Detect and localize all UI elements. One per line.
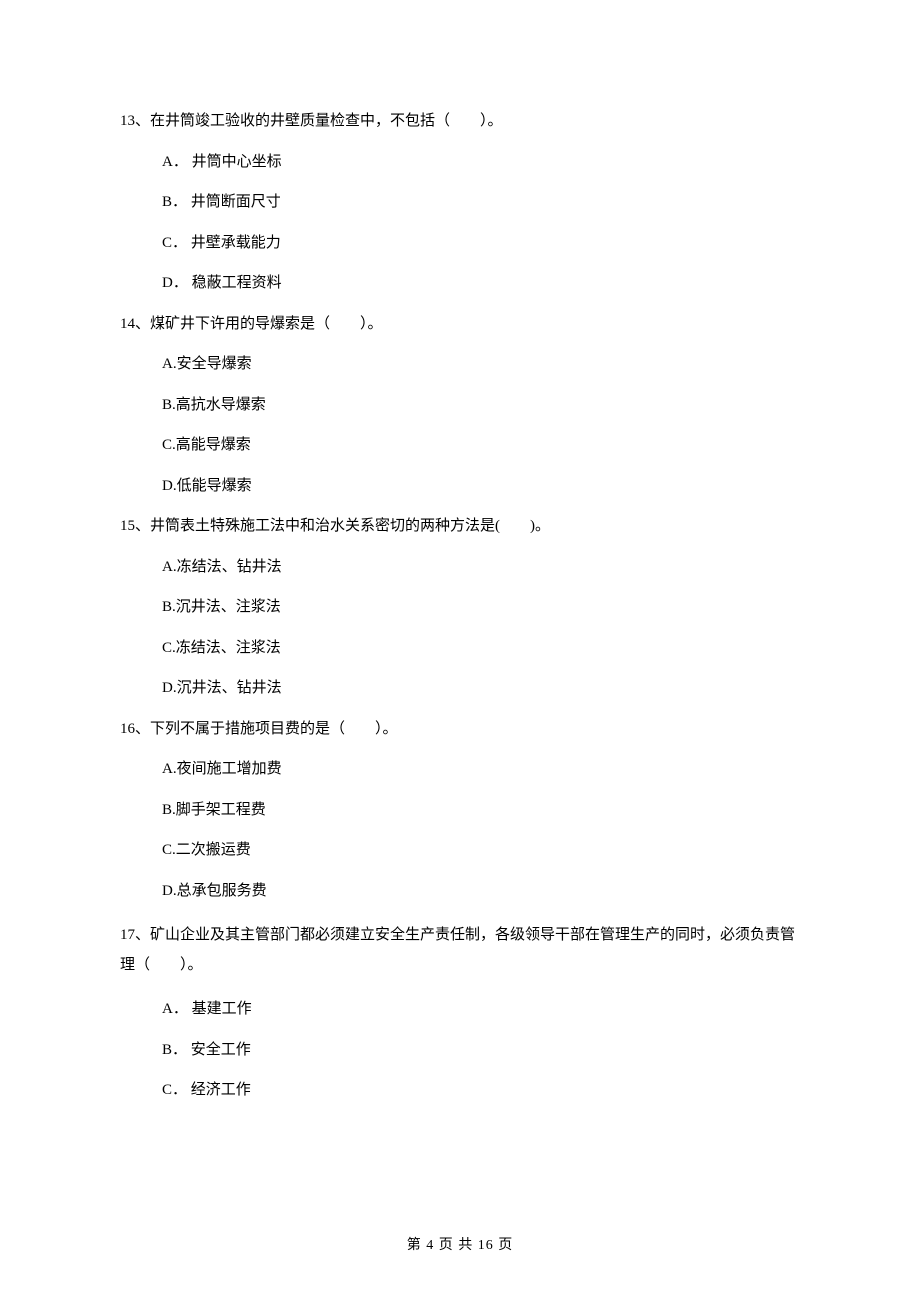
question-stem: 16、下列不属于措施项目费的是（ ）。 — [120, 718, 800, 741]
options-list: A.冻结法、钻井法 B.沉井法、注浆法 C.冻结法、注浆法 D.沉井法、钻井法 — [120, 556, 800, 700]
question-text: 煤矿井下许用的导爆索是（ ）。 — [150, 316, 383, 332]
question-text: 下列不属于措施项目费的是（ ）。 — [150, 721, 398, 737]
option-c: C.冻结法、注浆法 — [162, 637, 800, 660]
page-content: 13、在井筒竣工验收的井壁质量检查中，不包括（ ）。 A． 井筒中心坐标 B． … — [0, 0, 920, 1102]
question-number: 13、 — [120, 113, 150, 129]
question-number: 15、 — [120, 518, 150, 534]
option-d: D.沉井法、钻井法 — [162, 677, 800, 700]
option-b: B.沉井法、注浆法 — [162, 596, 800, 619]
question-stem: 14、煤矿井下许用的导爆索是（ ）。 — [120, 313, 800, 336]
option-b: B． 井筒断面尺寸 — [162, 191, 800, 214]
question-text: 在井筒竣工验收的井壁质量检查中，不包括（ ）。 — [150, 113, 503, 129]
option-c: C． 经济工作 — [162, 1079, 800, 1102]
question-number: 17、 — [120, 927, 150, 943]
option-c: C.二次搬运费 — [162, 839, 800, 862]
option-d: D． 稳蔽工程资料 — [162, 272, 800, 295]
option-c: C.高能导爆索 — [162, 434, 800, 457]
option-c: C． 井壁承载能力 — [162, 232, 800, 255]
question-number: 14、 — [120, 316, 150, 332]
question-stem: 17、矿山企业及其主管部门都必须建立安全生产责任制，各级领导干部在管理生产的同时… — [120, 920, 800, 980]
option-b: B.脚手架工程费 — [162, 799, 800, 822]
option-b: B． 安全工作 — [162, 1039, 800, 1062]
option-b: B.高抗水导爆索 — [162, 394, 800, 417]
option-a: A． 基建工作 — [162, 998, 800, 1021]
option-d: D.低能导爆索 — [162, 475, 800, 498]
question-text: 井筒表土特殊施工法中和治水关系密切的两种方法是( )。 — [150, 518, 550, 534]
option-a: A.冻结法、钻井法 — [162, 556, 800, 579]
page-footer: 第 4 页 共 16 页 — [0, 1234, 920, 1254]
question-16: 16、下列不属于措施项目费的是（ ）。 A.夜间施工增加费 B.脚手架工程费 C… — [120, 718, 800, 903]
question-text: 矿山企业及其主管部门都必须建立安全生产责任制，各级领导干部在管理生产的同时，必须… — [120, 927, 795, 973]
question-15: 15、井筒表土特殊施工法中和治水关系密切的两种方法是( )。 A.冻结法、钻井法… — [120, 515, 800, 700]
option-a: A.安全导爆索 — [162, 353, 800, 376]
question-number: 16、 — [120, 721, 150, 737]
options-list: A.安全导爆索 B.高抗水导爆索 C.高能导爆索 D.低能导爆索 — [120, 353, 800, 497]
options-list: A.夜间施工增加费 B.脚手架工程费 C.二次搬运费 D.总承包服务费 — [120, 758, 800, 902]
question-17: 17、矿山企业及其主管部门都必须建立安全生产责任制，各级领导干部在管理生产的同时… — [120, 920, 800, 1102]
option-a: A． 井筒中心坐标 — [162, 151, 800, 174]
options-list: A． 基建工作 B． 安全工作 C． 经济工作 — [120, 998, 800, 1102]
option-d: D.总承包服务费 — [162, 880, 800, 903]
question-stem: 13、在井筒竣工验收的井壁质量检查中，不包括（ ）。 — [120, 110, 800, 133]
option-a: A.夜间施工增加费 — [162, 758, 800, 781]
options-list: A． 井筒中心坐标 B． 井筒断面尺寸 C． 井壁承载能力 D． 稳蔽工程资料 — [120, 151, 800, 295]
question-13: 13、在井筒竣工验收的井壁质量检查中，不包括（ ）。 A． 井筒中心坐标 B． … — [120, 110, 800, 295]
question-stem: 15、井筒表土特殊施工法中和治水关系密切的两种方法是( )。 — [120, 515, 800, 538]
question-14: 14、煤矿井下许用的导爆索是（ ）。 A.安全导爆索 B.高抗水导爆索 C.高能… — [120, 313, 800, 498]
